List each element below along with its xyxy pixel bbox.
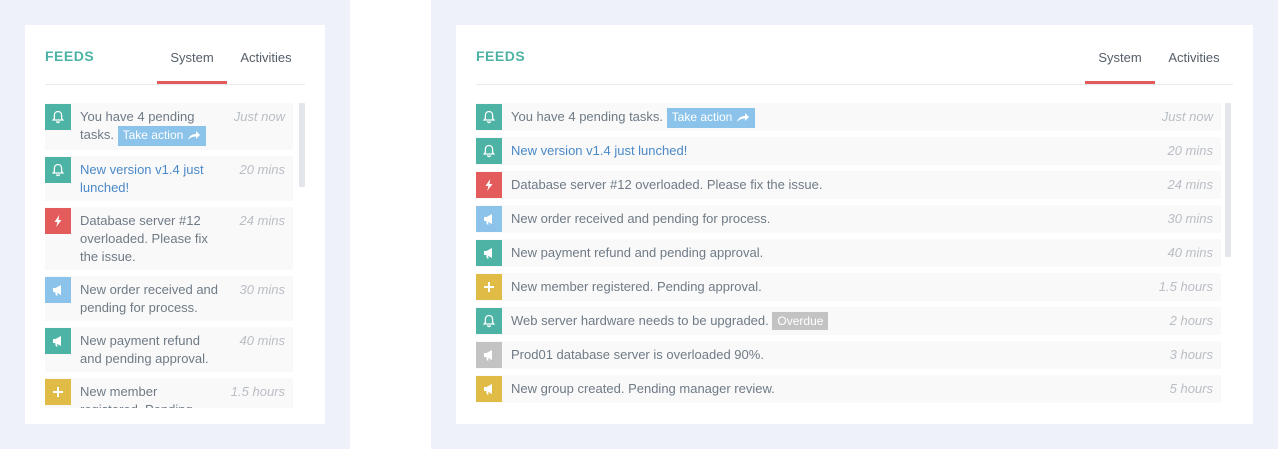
scrollbar[interactable] [299,103,305,187]
feed-item: New version v1.4 just lunched! 20 mins [476,137,1221,165]
feed-time: 30 mins [1167,211,1213,226]
tab-bar: System Activities [157,25,305,85]
bell-icon [45,157,71,183]
overdue-badge: Overdue [772,312,829,330]
megaphone-icon [476,376,502,402]
tab-system[interactable]: System [157,25,227,85]
feed-link[interactable]: New version v1.4 just lunched! [80,162,204,195]
feed-text: New payment refund and pending approval. [511,245,764,260]
feed-time: 5 hours [1169,381,1213,396]
feeds-panel-narrow: FEEDS System Activities You have 4 pendi… [25,25,325,424]
feed-time: 1.5 hours [1158,279,1213,294]
feed-text: New version v1.4 just lunched! [71,156,220,201]
bolt-icon [476,172,502,198]
divider [476,84,1233,85]
feed-text: New order received and pending for proce… [80,282,219,315]
bell-icon [476,104,502,130]
feed-time: 3 hours [1169,347,1213,362]
feed-text: New member registered. Pending approval. [80,384,193,408]
tab-bar: System Activities [1085,25,1233,85]
plus-icon [476,274,502,300]
feed-item: New order received and pending for proce… [45,276,293,321]
tab-activities[interactable]: Activities [227,25,305,85]
feed-item: Database server #12 overloaded. Please f… [476,171,1221,199]
feed-text: Database server #12 overloaded. Please f… [80,213,208,264]
bell-icon [476,308,502,334]
feed-time: 2 hours [1169,313,1213,328]
feeds-panel-wide: FEEDS System Activities You have 4 pendi… [456,25,1253,424]
bolt-icon [45,208,71,234]
feed-item: Web server hardware needs to be upgraded… [476,307,1221,335]
panel-title: FEEDS [476,48,526,64]
feed-item: New payment refund and pending approval.… [476,239,1221,267]
feed-text: New member registered. Pending approval. [511,279,762,294]
feed-time: 20 mins [239,162,285,177]
feed-item: New payment refund and pending approval.… [45,327,293,372]
feed-list: You have 4 pending tasks. Take action Ju… [476,103,1233,403]
feed-item: New order received and pending for proce… [476,205,1221,233]
feed-text: You have 4 pending tasks. Take action [502,103,1113,132]
share-icon [187,129,201,145]
feed-text: New version v1.4 just lunched! [502,137,1113,164]
feed-time: 30 mins [239,282,285,297]
megaphone-icon [476,206,502,232]
feed-text: You have 4 pending tasks. Take action [71,103,220,150]
feed-text: New payment refund and pending approval. [80,333,209,366]
divider [45,84,305,85]
feed-item: New member registered. Pending approval.… [476,273,1221,301]
feed-time: 24 mins [1167,177,1213,192]
feed-scroller[interactable]: You have 4 pending tasks. Take action Ju… [45,103,305,408]
feed-item: You have 4 pending tasks. Take action Ju… [476,103,1221,131]
megaphone-icon [476,342,502,368]
panel-title: FEEDS [45,48,95,64]
feed-item: New member registered. Pending approval.… [45,378,293,408]
share-icon [736,111,750,127]
feed-item: New version v1.4 just lunched! 20 mins [45,156,293,201]
feed-time: 40 mins [239,333,285,348]
feed-time: Just now [233,109,285,124]
feed-link[interactable]: New version v1.4 just lunched! [511,143,687,158]
bell-icon [476,138,502,164]
feed-item: You have 4 pending tasks. Take action Ju… [45,103,293,150]
tab-system[interactable]: System [1085,25,1155,85]
feed-time: 20 mins [1167,143,1213,158]
feed-text: Database server #12 overloaded. Please f… [511,177,823,192]
feed-time: 1.5 hours [230,384,285,399]
feed-scroller[interactable]: You have 4 pending tasks. Take action Ju… [476,103,1233,408]
feed-item: Database server #12 overloaded. Please f… [45,207,293,270]
feed-text: Prod01 database server is overloaded 90%… [511,347,764,362]
feed-text: New order received and pending for proce… [511,211,771,226]
megaphone-icon [45,328,71,354]
tab-activities[interactable]: Activities [1155,25,1233,85]
take-action-badge[interactable]: Take action [117,126,207,146]
feed-text: Web server hardware needs to be upgraded… [502,307,1113,334]
feed-item: New group created. Pending manager revie… [476,375,1221,403]
bell-icon [45,104,71,130]
plus-icon [45,379,71,405]
take-action-badge[interactable]: Take action [666,108,756,128]
scrollbar[interactable] [1225,103,1231,257]
megaphone-icon [476,240,502,266]
megaphone-icon [45,277,71,303]
feed-list: You have 4 pending tasks. Take action Ju… [45,103,305,408]
feed-time: Just now [1161,109,1213,124]
feed-text: New group created. Pending manager revie… [511,381,775,396]
feed-item: Prod01 database server is overloaded 90%… [476,341,1221,369]
feed-time: 24 mins [239,213,285,228]
feed-time: 40 mins [1167,245,1213,260]
